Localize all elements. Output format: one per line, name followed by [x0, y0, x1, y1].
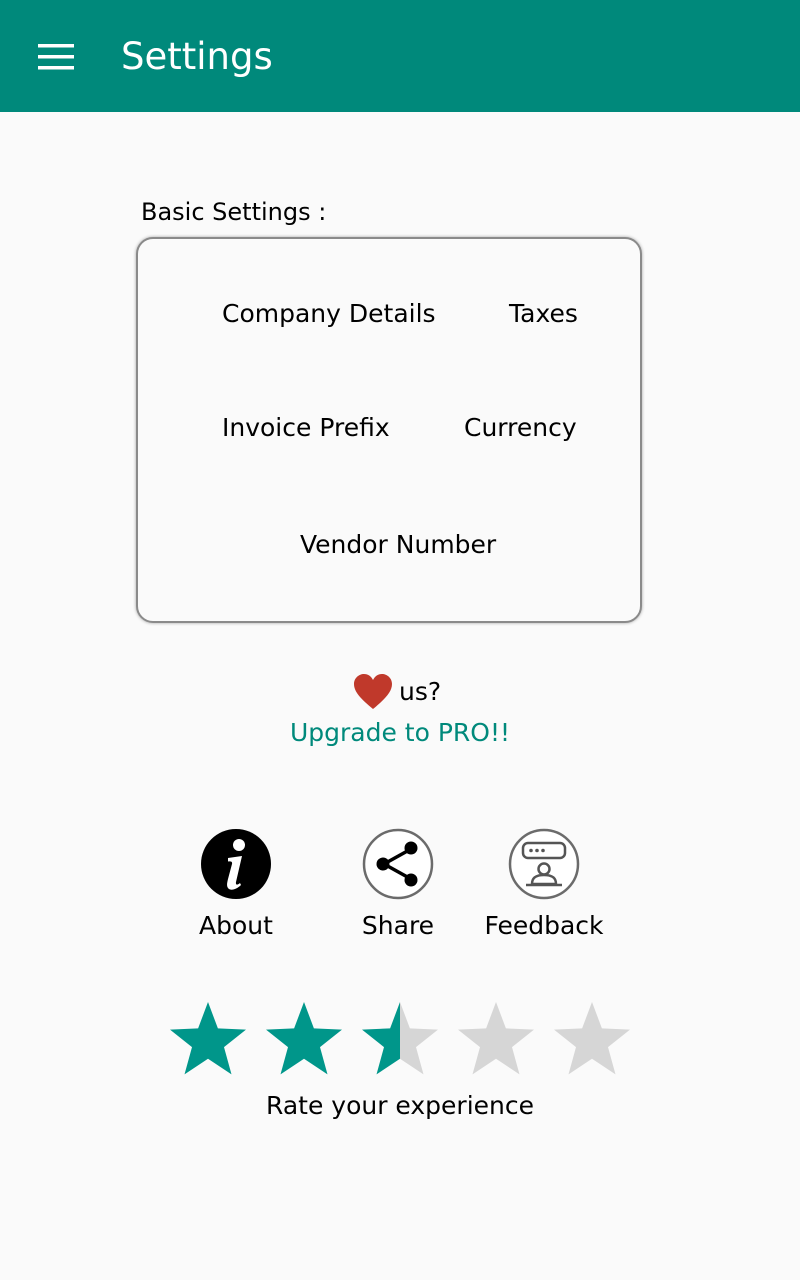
basic-settings-card: Company Details Taxes Invoice Prefix Cur… — [136, 237, 642, 623]
app-bar: Settings — [0, 0, 800, 112]
company-details-button[interactable]: Company Details — [222, 298, 436, 330]
love-us-text: us? — [399, 677, 442, 706]
love-us-row: us? — [353, 672, 441, 712]
info-icon — [201, 829, 271, 899]
star-icon[interactable] — [454, 1000, 538, 1084]
about-button[interactable]: About — [161, 828, 311, 948]
star-icon[interactable] — [262, 1000, 346, 1084]
menu-button[interactable] — [20, 20, 92, 92]
star-rating[interactable] — [166, 1000, 636, 1084]
star-icon[interactable] — [166, 1000, 250, 1084]
heart-icon — [354, 674, 392, 709]
feedback-label: Feedback — [484, 911, 604, 940]
feedback-button[interactable]: Feedback — [469, 828, 619, 948]
vendor-number-button[interactable]: Vendor Number — [300, 529, 496, 561]
star-icon[interactable] — [358, 1000, 442, 1084]
star-icon[interactable] — [550, 1000, 634, 1084]
share-icon — [362, 828, 434, 900]
currency-button[interactable]: Currency — [464, 412, 577, 444]
invoice-prefix-button[interactable]: Invoice Prefix — [222, 412, 390, 444]
feedback-icon — [508, 828, 580, 900]
upgrade-to-pro-link[interactable]: Upgrade to PRO!! — [0, 716, 800, 750]
page-title: Settings — [121, 35, 273, 78]
basic-settings-label: Basic Settings : — [141, 198, 327, 226]
hamburger-menu-icon — [38, 44, 74, 70]
rating-label: Rate your experience — [266, 1091, 534, 1120]
taxes-button[interactable]: Taxes — [509, 298, 578, 330]
